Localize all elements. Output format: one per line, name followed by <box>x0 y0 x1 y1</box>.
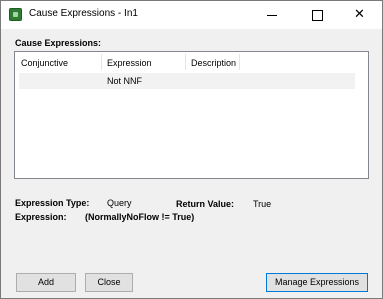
table-row[interactable]: Not NNF <box>19 73 355 89</box>
column-divider[interactable] <box>101 54 102 70</box>
expression-value: (NormallyNoFlow != True) <box>85 212 195 222</box>
column-header-conjunctive[interactable]: Conjunctive <box>21 58 68 68</box>
manage-expressions-button[interactable]: Manage Expressions <box>266 273 368 292</box>
window-title: Cause Expressions - In1 <box>29 8 138 19</box>
maximize-icon <box>312 10 323 21</box>
close-icon: ✕ <box>354 7 365 22</box>
cause-expressions-label: Cause Expressions: <box>15 38 102 48</box>
close-button[interactable]: Close <box>85 273 133 292</box>
expression-type-label: Expression Type: <box>15 198 90 208</box>
title-bar[interactable]: Cause Expressions - In1 ✕ <box>1 1 382 29</box>
minimize-button[interactable] <box>250 1 295 29</box>
column-divider[interactable] <box>185 54 186 70</box>
cause-expressions-window: Cause Expressions - In1 ✕ Cause Expressi… <box>0 0 383 299</box>
add-button[interactable]: Add <box>16 273 76 292</box>
column-divider[interactable] <box>239 54 240 70</box>
expressions-list[interactable]: Conjunctive Expression Description Not N… <box>14 51 369 179</box>
expression-type-value: Query <box>107 198 132 208</box>
app-icon <box>9 8 22 21</box>
return-value-label: Return Value: <box>176 199 235 209</box>
close-window-button[interactable]: ✕ <box>337 1 382 29</box>
expression-label: Expression: <box>15 212 67 222</box>
column-header-description[interactable]: Description <box>191 58 236 68</box>
maximize-button[interactable] <box>295 1 340 29</box>
column-header-expression[interactable]: Expression <box>107 58 152 68</box>
return-value-value: True <box>253 199 272 209</box>
cell-expression: Not NNF <box>107 76 143 86</box>
list-header: Conjunctive Expression Description <box>15 52 368 72</box>
minimize-icon <box>267 15 277 16</box>
